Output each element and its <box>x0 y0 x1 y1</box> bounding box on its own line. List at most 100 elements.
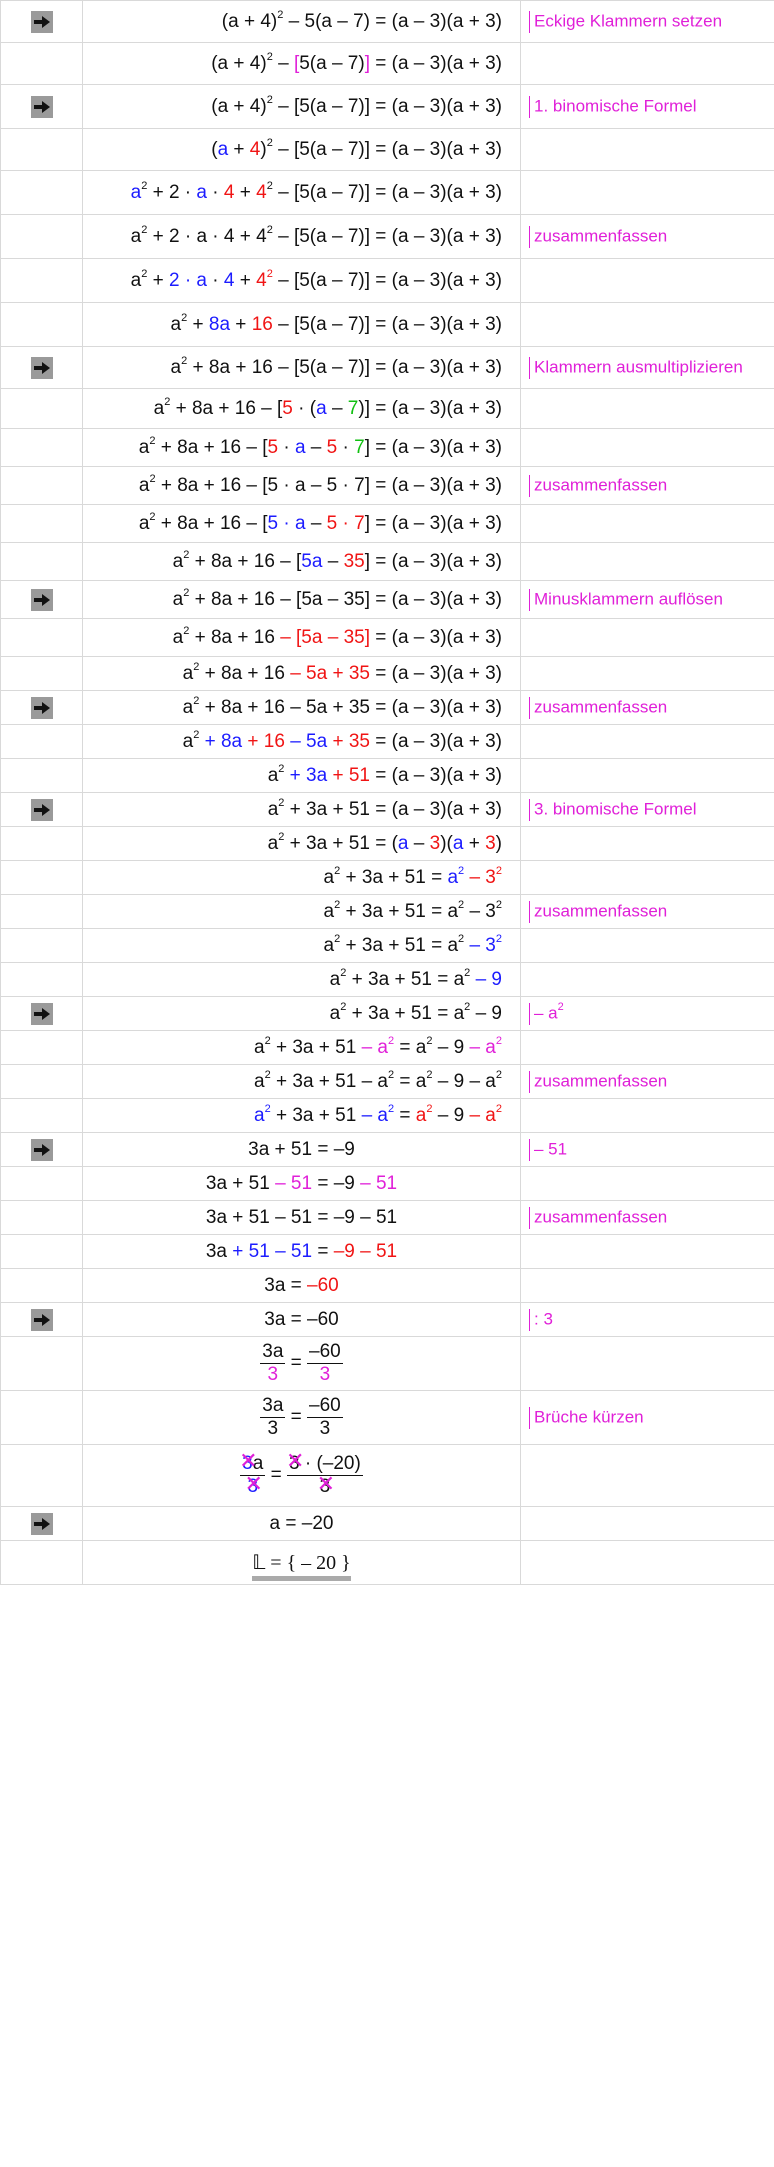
step-row: a2 + 8a + 16 – [5 · a – 5 · 7] = (a – 3)… <box>0 428 774 467</box>
equation: 3a = –60 <box>82 1302 521 1337</box>
step-row: 𝕃 = { – 20 } <box>0 1540 774 1585</box>
equation: 3a 3 = –60 3 <box>82 1336 521 1391</box>
step-row: a2 + 3a + 51 = (a – 3)(a + 3) 3. binomis… <box>0 792 774 827</box>
solution-set: 𝕃 = { – 20 } <box>82 1540 521 1585</box>
step-note: zusammenfassen <box>520 894 774 929</box>
step-row: a2 + 3a + 51 – a2 = a2 – 9 – a2 <box>0 1030 774 1065</box>
step-row: 3a3 = 3 · (–20)3 <box>0 1444 774 1507</box>
equation: a2 + 8a + 16 – [5 · a – 5 · 7] = (a – 3)… <box>82 466 521 505</box>
equation: a2 + 8a + 16 – [5 · (a – 7)] = (a – 3)(a… <box>82 388 521 429</box>
step-row: 3a + 51 = –9 – 51 <box>0 1132 774 1167</box>
equation: a2 + 3a + 51 = (a – 3)(a + 3) <box>82 758 521 793</box>
equation: a2 + 8a + 16 – 5a + 35 = (a – 3)(a + 3) <box>82 690 521 725</box>
step-note: zusammenfassen <box>520 690 774 725</box>
step-note: Brüche kürzen <box>520 1390 774 1445</box>
step-row: a = –20 <box>0 1506 774 1541</box>
step-row: a2 + 3a + 51 = a2 – 9 <box>0 962 774 997</box>
equation: a2 + 3a + 51 – a2 = a2 – 9 – a2 <box>82 1064 521 1099</box>
step-row: 3a 3 = –60 3 Brüche kürzen <box>0 1390 774 1445</box>
step-row: a2 + 8a + 16 – [5 · (a – 7)] = (a – 3)(a… <box>0 388 774 429</box>
step-row: a2 + 2 · a · 4 + 42 – [5(a – 7)] = (a – … <box>0 258 774 303</box>
step-row: 3a + 51 – 51 = –9 – 51 <box>0 1166 774 1201</box>
equation: a = –20 <box>82 1506 521 1541</box>
step-row: 3a = –60 <box>0 1268 774 1303</box>
equation: a2 + 2 · a · 4 + 42 – [5(a – 7)] = (a – … <box>82 214 521 259</box>
equation: 3a + 51 = –9 <box>82 1132 521 1167</box>
arrow-icon <box>30 10 53 33</box>
equation: (a + 4)2 – [5(a – 7)] = (a – 3)(a + 3) <box>82 128 521 171</box>
step-row: 3a = –60 : 3 <box>0 1302 774 1337</box>
equation: a2 + 8a + 16 – 5a + 35 = (a – 3)(a + 3) <box>82 724 521 759</box>
equation: a2 + 3a + 51 – a2 = a2 – 9 – a2 <box>82 1030 521 1065</box>
equation: (a + 4)2 – 5(a – 7) = (a – 3)(a + 3) <box>82 0 521 43</box>
step-row: 3a + 51 – 51 = –9 – 51 zusammenfassen <box>0 1200 774 1235</box>
equation: a2 + 3a + 51 = a2 – 32 <box>82 928 521 963</box>
step-row: a2 + 8a + 16 – [5(a – 7)] = (a – 3)(a + … <box>0 302 774 347</box>
step-note: zusammenfassen <box>520 466 774 505</box>
equation: a2 + 3a + 51 = a2 – 32 <box>82 894 521 929</box>
step-note: zusammenfassen <box>520 1064 774 1099</box>
equation: a2 + 3a + 51 – a2 = a2 – 9 – a2 <box>82 1098 521 1133</box>
solution-steps-table: (a + 4)2 – 5(a – 7) = (a – 3)(a + 3) Eck… <box>0 0 774 1585</box>
step-row: a2 + 8a + 16 – [5 · a – 5 · 7] = (a – 3)… <box>0 504 774 543</box>
step-row: a2 + 8a + 16 – 5a + 35 = (a – 3)(a + 3) … <box>0 690 774 725</box>
step-note: zusammenfassen <box>520 214 774 259</box>
step-row: a2 + 3a + 51 = a2 – 32 <box>0 928 774 963</box>
step-note: : 3 <box>520 1302 774 1337</box>
equation: 3a 3 = –60 3 <box>82 1390 521 1445</box>
step-row: a2 + 3a + 51 – a2 = a2 – 9 – a2 <box>0 1098 774 1133</box>
step-row: a2 + 8a + 16 – [5(a – 7)] = (a – 3)(a + … <box>0 346 774 389</box>
equation: a2 + 3a + 51 = a2 – 9 <box>82 996 521 1031</box>
equation: a2 + 3a + 51 = a2 – 32 <box>82 860 521 895</box>
arrow-icon <box>30 1002 53 1025</box>
equation: a2 + 3a + 51 = (a – 3)(a + 3) <box>82 826 521 861</box>
step-row: a2 + 3a + 51 = (a – 3)(a + 3) <box>0 758 774 793</box>
arrow-icon <box>30 1138 53 1161</box>
equation: a2 + 2 · a · 4 + 42 – [5(a – 7)] = (a – … <box>82 258 521 303</box>
equation: (a + 4)2 – [5(a – 7)] = (a – 3)(a + 3) <box>82 84 521 129</box>
step-row: a2 + 8a + 16 – [5a – 35] = (a – 3)(a + 3… <box>0 580 774 619</box>
arrow-icon <box>30 356 53 379</box>
step-row: a2 + 2 · a · 4 + 42 – [5(a – 7)] = (a – … <box>0 214 774 259</box>
step-note: Klammern ausmultiplizieren <box>520 346 774 389</box>
arrow-icon <box>30 1512 53 1535</box>
equation: a2 + 8a + 16 – 5a + 35 = (a – 3)(a + 3) <box>82 656 521 691</box>
equation: 3a3 = 3 · (–20)3 <box>82 1444 521 1507</box>
equation: a2 + 8a + 16 – [5a – 35] = (a – 3)(a + 3… <box>82 542 521 581</box>
step-row: (a + 4)2 – [5(a – 7)] = (a – 3)(a + 3) <box>0 128 774 171</box>
step-row: a2 + 8a + 16 – 5a + 35 = (a – 3)(a + 3) <box>0 724 774 759</box>
step-row: a2 + 8a + 16 – 5a + 35 = (a – 3)(a + 3) <box>0 656 774 691</box>
equation: a2 + 8a + 16 – [5a – 35] = (a – 3)(a + 3… <box>82 580 521 619</box>
arrow-icon <box>30 95 53 118</box>
equation: a2 + 8a + 16 – [5(a – 7)] = (a – 3)(a + … <box>82 302 521 347</box>
step-row: a2 + 3a + 51 = a2 – 32 <box>0 860 774 895</box>
arrow-icon <box>30 798 53 821</box>
equation: a2 + 8a + 16 – [5a – 35] = (a – 3)(a + 3… <box>82 618 521 657</box>
equation: a2 + 8a + 16 – [5(a – 7)] = (a – 3)(a + … <box>82 346 521 389</box>
equation: a2 + 2 · a · 4 + 42 – [5(a – 7)] = (a – … <box>82 170 521 215</box>
step-row: a2 + 3a + 51 = a2 – 9 – a2 <box>0 996 774 1031</box>
equation: 3a = –60 <box>82 1268 521 1303</box>
equation: 3a + 51 – 51 = –9 – 51 <box>82 1166 521 1201</box>
step-row: (a + 4)2 – [5(a – 7)] = (a – 3)(a + 3) <box>0 42 774 85</box>
step-note: 3. binomische Formel <box>520 792 774 827</box>
step-note: Eckige Klammern setzen <box>520 0 774 43</box>
equation: a2 + 3a + 51 = a2 – 9 <box>82 962 521 997</box>
arrow-icon <box>30 1308 53 1331</box>
step-note: – 51 <box>520 1132 774 1167</box>
step-row: a2 + 8a + 16 – [5 · a – 5 · 7] = (a – 3)… <box>0 466 774 505</box>
step-row: a2 + 3a + 51 – a2 = a2 – 9 – a2 zusammen… <box>0 1064 774 1099</box>
step-row: a2 + 2 · a · 4 + 42 – [5(a – 7)] = (a – … <box>0 170 774 215</box>
step-row: (a + 4)2 – [5(a – 7)] = (a – 3)(a + 3) 1… <box>0 84 774 129</box>
equation: a2 + 8a + 16 – [5 · a – 5 · 7] = (a – 3)… <box>82 504 521 543</box>
step-row: a2 + 8a + 16 – [5a – 35] = (a – 3)(a + 3… <box>0 618 774 657</box>
equation: a2 + 8a + 16 – [5 · a – 5 · 7] = (a – 3)… <box>82 428 521 467</box>
arrow-icon <box>30 588 53 611</box>
arrow-icon <box>30 696 53 719</box>
step-row: 3a + 51 – 51 = –9 – 51 <box>0 1234 774 1269</box>
equation: a2 + 3a + 51 = (a – 3)(a + 3) <box>82 792 521 827</box>
step-note: 1. binomische Formel <box>520 84 774 129</box>
step-row: 3a 3 = –60 3 <box>0 1336 774 1391</box>
equation: 3a + 51 – 51 = –9 – 51 <box>82 1200 521 1235</box>
step-row: a2 + 3a + 51 = a2 – 32 zusammenfassen <box>0 894 774 929</box>
